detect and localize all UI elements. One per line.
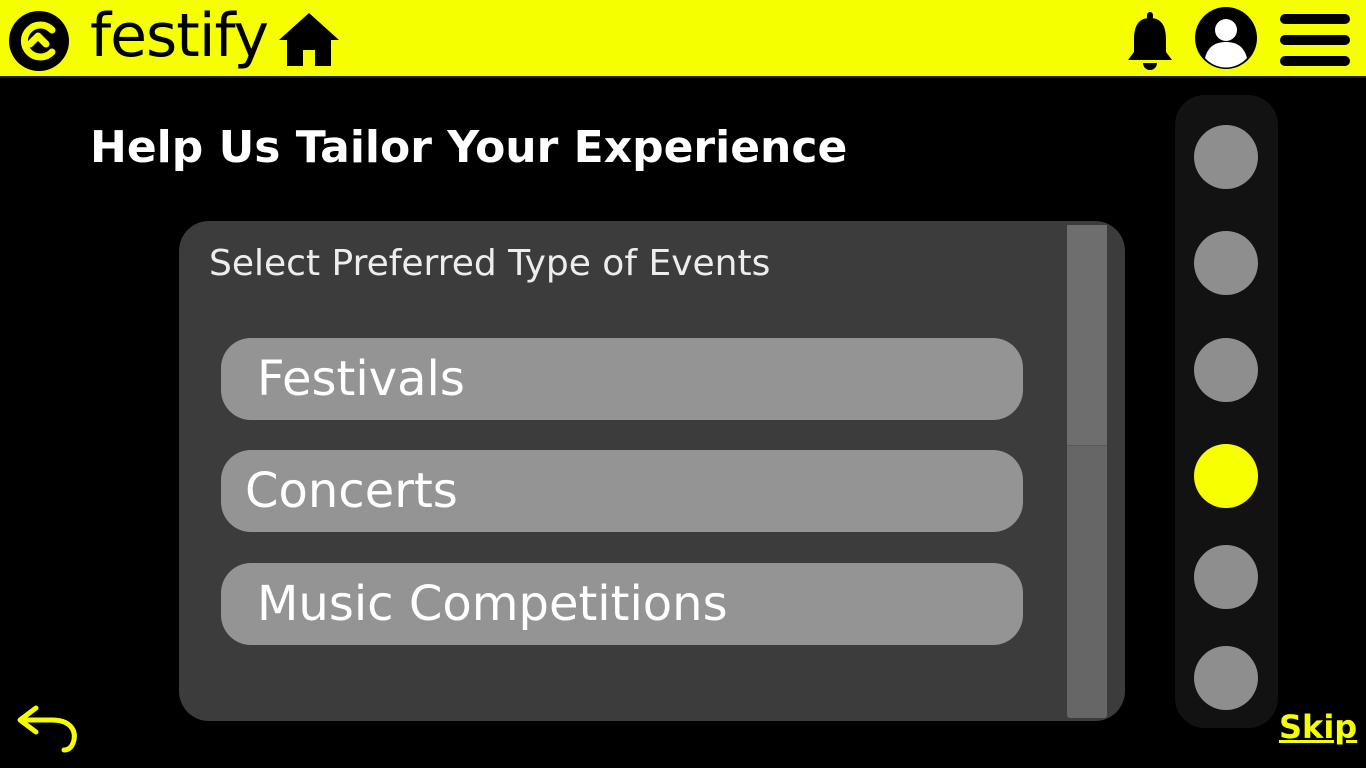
panel-label: Select Preferred Type of Events xyxy=(209,243,771,284)
home-icon[interactable] xyxy=(276,10,342,68)
step-dot-3 xyxy=(1194,338,1258,402)
user-avatar-icon[interactable] xyxy=(1194,6,1258,70)
page-title: Help Us Tailor Your Experience xyxy=(90,122,848,173)
hamburger-menu-icon[interactable] xyxy=(1278,12,1352,68)
step-dot-4-active xyxy=(1194,444,1258,508)
scrollbar-track[interactable] xyxy=(1067,225,1107,718)
skip-link[interactable]: Skip xyxy=(1279,708,1357,746)
top-bar: festify xyxy=(0,0,1366,78)
event-type-panel: Select Preferred Type of Events Festival… xyxy=(179,221,1125,721)
brand-name: festify xyxy=(90,1,269,71)
logo-icon[interactable] xyxy=(6,8,72,74)
option-music-competitions[interactable]: Music Competitions xyxy=(221,563,1023,645)
option-concerts[interactable]: Concerts xyxy=(221,450,1023,532)
undo-arrow-icon[interactable] xyxy=(14,700,80,754)
option-festivals[interactable]: Festivals xyxy=(221,338,1023,420)
step-dot-2 xyxy=(1194,231,1258,295)
step-dot-1 xyxy=(1194,125,1258,189)
step-dot-6 xyxy=(1194,646,1258,710)
scrollbar-thumb[interactable] xyxy=(1067,225,1107,446)
step-dot-5 xyxy=(1194,545,1258,609)
bell-icon[interactable] xyxy=(1124,10,1176,70)
progress-stepper xyxy=(1175,95,1278,728)
